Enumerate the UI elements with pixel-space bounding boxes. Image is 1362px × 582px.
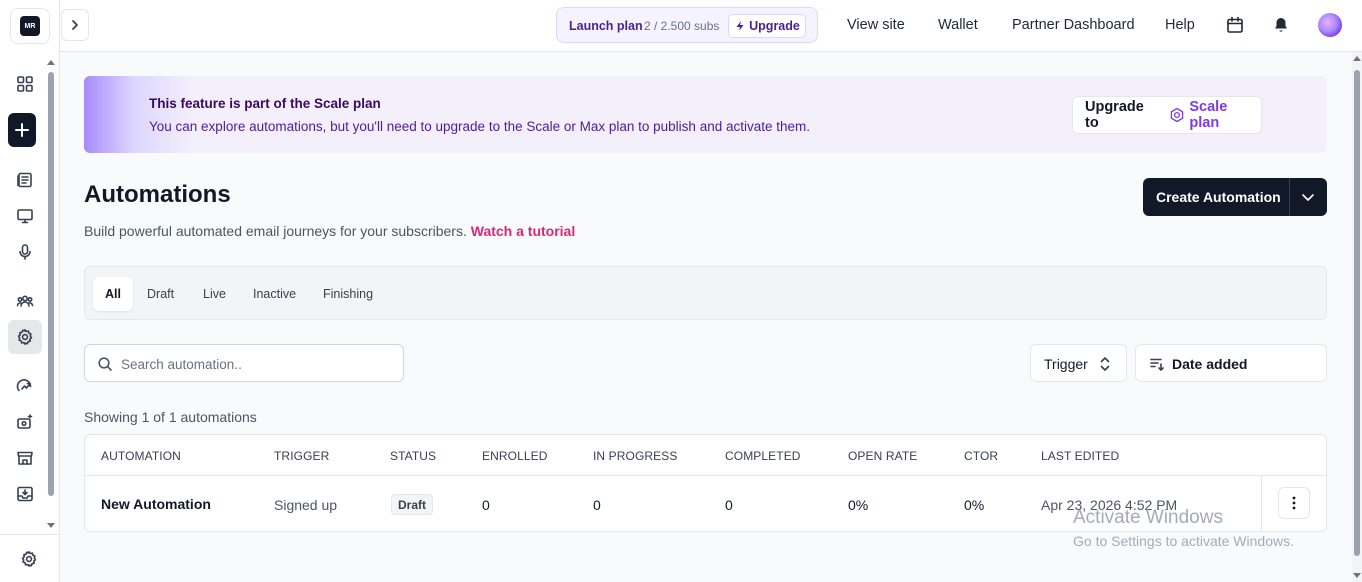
status-badge: Draft <box>391 494 434 515</box>
page-scrollbar[interactable] <box>1352 52 1362 582</box>
workspace-logo[interactable]: MR <box>10 8 50 44</box>
expand-sidebar-button[interactable] <box>61 9 89 41</box>
completed-count: 0 <box>725 497 733 513</box>
avatar[interactable] <box>1318 13 1342 37</box>
tab-draft[interactable]: Draft <box>147 277 174 311</box>
page-description: Build powerful automated email journeys … <box>84 223 575 239</box>
button-divider <box>1289 178 1290 216</box>
automations-settings-icon[interactable] <box>8 320 42 354</box>
column-header-open-rate[interactable]: OPEN RATE <box>848 449 917 463</box>
page-scroll-up-arrow[interactable] <box>1353 56 1361 61</box>
page-scroll-down-arrow[interactable] <box>1353 573 1361 578</box>
windows-activation-watermark: Activate Windows Go to Settings to activ… <box>1073 507 1294 549</box>
top-bar: Launch plan 2 / 2.500 subs Upgrade View … <box>60 0 1362 52</box>
tab-inactive[interactable]: Inactive <box>253 277 296 311</box>
podcast-icon[interactable] <box>8 235 42 269</box>
status-tabs: All Draft Live Inactive Finishing <box>84 266 1327 320</box>
posts-icon[interactable] <box>8 163 42 197</box>
bell-icon[interactable] <box>1271 15 1291 35</box>
column-header-completed[interactable]: COMPLETED <box>725 449 801 463</box>
column-header-trigger[interactable]: TRIGGER <box>274 449 329 463</box>
shop-icon[interactable] <box>8 441 42 475</box>
create-new-button[interactable] <box>8 113 36 147</box>
nav-wallet[interactable]: Wallet <box>938 17 978 33</box>
column-header-status[interactable]: STATUS <box>390 449 436 463</box>
create-options-dropdown[interactable] <box>1298 187 1318 207</box>
column-header-in-progress[interactable]: IN PROGRESS <box>593 449 677 463</box>
page-scroll-thumb[interactable] <box>1354 70 1360 556</box>
create-automation-button[interactable]: Create Automation <box>1143 178 1327 216</box>
scroll-down-arrow[interactable] <box>47 523 55 528</box>
monetize-icon[interactable] <box>8 405 42 439</box>
upgrade-label: Upgrade <box>749 19 800 33</box>
chevron-up-down-icon <box>1097 355 1113 373</box>
ctor-value: 0% <box>964 497 985 513</box>
calendar-icon[interactable] <box>1225 15 1245 35</box>
results-count: Showing 1 of 1 automations <box>84 409 257 425</box>
column-header-automation[interactable]: AUTOMATION <box>101 449 181 463</box>
plan-subscriber-count: 2 / 2.500 subs <box>644 19 720 33</box>
settings-icon[interactable] <box>12 542 46 576</box>
in-progress-count: 0 <box>593 497 601 513</box>
nav-view-site[interactable]: View site <box>847 17 905 33</box>
plan-name: Launch plan <box>569 19 643 33</box>
column-header-ctor[interactable]: CTOR <box>964 449 998 463</box>
sort-select-label: Date added <box>1172 356 1248 372</box>
website-icon[interactable] <box>8 199 42 233</box>
chevron-down-icon <box>1302 194 1314 201</box>
search-icon <box>97 356 113 372</box>
plan-indicator[interactable]: Launch plan 2 / 2.500 subs Upgrade <box>556 7 818 43</box>
nav-help[interactable]: Help <box>1165 17 1195 33</box>
sidebar: MR <box>0 0 60 582</box>
banner-title: This feature is part of the Scale plan <box>149 96 381 111</box>
logo-mark: MR <box>20 16 40 36</box>
enrolled-count: 0 <box>482 497 490 513</box>
inbox-icon[interactable] <box>8 477 42 511</box>
tab-finishing[interactable]: Finishing <box>323 277 373 311</box>
plus-icon <box>15 123 29 137</box>
banner-gradient <box>84 76 194 153</box>
page-description-text: Build powerful automated email journeys … <box>84 223 467 239</box>
audience-icon[interactable] <box>8 284 42 318</box>
main-content: This feature is part of the Scale plan Y… <box>60 52 1352 582</box>
column-header-enrolled[interactable]: ENROLLED <box>482 449 548 463</box>
page-title: Automations <box>84 181 231 208</box>
search-box <box>84 344 404 382</box>
sidebar-scroll-thumb[interactable] <box>48 72 54 496</box>
header-divider <box>85 475 1326 476</box>
automation-trigger: Signed up <box>274 497 338 513</box>
upgrade-button[interactable]: Upgrade <box>728 14 806 38</box>
upgrade-banner: This feature is part of the Scale plan Y… <box>84 76 1327 153</box>
watermark-line-2: Go to Settings to activate Windows. <box>1073 533 1294 549</box>
upgrade-to-scale-button[interactable]: Upgrade to Scale plan <box>1072 96 1262 134</box>
automation-name[interactable]: New Automation <box>101 496 211 512</box>
upgrade-button-plan: Scale plan <box>1189 99 1228 131</box>
lightning-icon <box>736 21 744 31</box>
search-input[interactable] <box>121 354 391 374</box>
upgrade-button-prefix: Upgrade to <box>1085 99 1144 131</box>
trigger-filter[interactable]: Trigger <box>1030 344 1127 382</box>
watch-tutorial-link[interactable]: Watch a tutorial <box>471 223 576 239</box>
banner-text: You can explore automations, but you'll … <box>149 119 811 134</box>
scale-plan-icon <box>1171 107 1184 123</box>
watermark-line-1: Activate Windows <box>1073 507 1223 528</box>
column-header-last-edited[interactable]: LAST EDITED <box>1041 449 1119 463</box>
trigger-filter-label: Trigger <box>1044 356 1088 372</box>
sort-select[interactable]: Date added <box>1135 344 1327 382</box>
growth-icon[interactable] <box>8 369 42 403</box>
dashboard-icon[interactable] <box>8 67 42 101</box>
sort-icon <box>1149 356 1165 372</box>
scroll-up-arrow[interactable] <box>47 60 55 65</box>
chevron-right-icon <box>72 20 78 30</box>
nav-partner-dashboard[interactable]: Partner Dashboard <box>1012 17 1135 33</box>
create-automation-label: Create Automation <box>1156 189 1281 205</box>
open-rate-value: 0% <box>848 497 869 513</box>
sidebar-footer <box>0 534 59 582</box>
tab-all[interactable]: All <box>93 277 133 311</box>
sidebar-scrollbar[interactable] <box>46 60 56 530</box>
tab-live[interactable]: Live <box>203 277 226 311</box>
